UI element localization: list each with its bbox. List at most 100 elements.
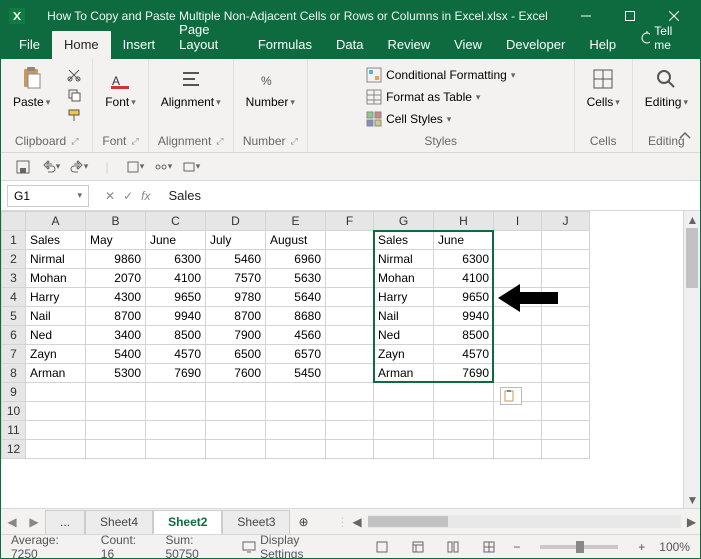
cell[interactable]: 6300 [434, 250, 494, 269]
cell[interactable] [326, 440, 374, 459]
collapse-ribbon-icon[interactable] [678, 129, 692, 146]
cell[interactable]: 6570 [266, 345, 326, 364]
cell[interactable] [542, 421, 590, 440]
sheet-tab-...[interactable]: ... [45, 510, 85, 534]
qat-more-icon[interactable]: ▾ [179, 156, 203, 178]
cell[interactable] [542, 345, 590, 364]
fx-icon[interactable]: fx [141, 189, 150, 203]
cell[interactable]: Mohan [26, 269, 86, 288]
cell[interactable]: 8500 [434, 326, 494, 345]
page-break-view-icon[interactable] [478, 538, 499, 556]
cell[interactable] [494, 421, 542, 440]
scroll-right-icon[interactable]: ▶ [683, 513, 700, 530]
cell[interactable] [326, 269, 374, 288]
cell[interactable]: 5460 [206, 250, 266, 269]
col-header-C[interactable]: C [146, 212, 206, 231]
row-header-9[interactable]: 9 [2, 383, 26, 402]
cell[interactable]: Mohan [374, 269, 434, 288]
cell[interactable] [326, 231, 374, 250]
editing-button[interactable]: Editing▾ [641, 63, 692, 111]
cell[interactable]: 8700 [86, 307, 146, 326]
cell[interactable] [434, 440, 494, 459]
tab-developer[interactable]: Developer [494, 31, 577, 59]
cell[interactable]: 6500 [206, 345, 266, 364]
tab-home[interactable]: Home [52, 31, 111, 59]
cell[interactable] [434, 402, 494, 421]
paste-button[interactable]: Paste▾ [9, 63, 54, 111]
cell[interactable] [26, 383, 86, 402]
cell[interactable]: 7900 [206, 326, 266, 345]
cell[interactable] [146, 402, 206, 421]
cell[interactable]: Arman [374, 364, 434, 383]
zoom-in-button[interactable]: + [638, 540, 645, 554]
cell[interactable] [26, 440, 86, 459]
col-header-I[interactable]: I [494, 212, 542, 231]
cell[interactable] [494, 326, 542, 345]
cell[interactable]: 4100 [434, 269, 494, 288]
cell[interactable] [494, 364, 542, 383]
cell[interactable]: 9650 [146, 288, 206, 307]
cell[interactable] [326, 402, 374, 421]
cell[interactable] [494, 250, 542, 269]
row-header-2[interactable]: 2 [2, 250, 26, 269]
cell[interactable]: Nirmal [26, 250, 86, 269]
cell[interactable]: Ned [374, 326, 434, 345]
row-header-8[interactable]: 8 [2, 364, 26, 383]
tell-me[interactable]: Tell me [628, 18, 694, 59]
cell[interactable]: 4560 [266, 326, 326, 345]
cell[interactable] [326, 364, 374, 383]
cell[interactable]: Zayn [374, 345, 434, 364]
cell[interactable] [374, 421, 434, 440]
cell[interactable] [542, 231, 590, 250]
tab-formulas[interactable]: Formulas [246, 31, 324, 59]
cell[interactable]: 4300 [86, 288, 146, 307]
zoom-level[interactable]: 100% [659, 540, 690, 554]
zoom-slider[interactable] [540, 545, 618, 549]
cut-icon[interactable] [64, 67, 84, 83]
accept-formula-icon[interactable]: ✓ [123, 189, 133, 203]
cell[interactable]: 9940 [146, 307, 206, 326]
cell[interactable] [374, 383, 434, 402]
cell[interactable]: May [86, 231, 146, 250]
redo-icon[interactable]: ▾ [67, 156, 91, 178]
cell[interactable]: Harry [26, 288, 86, 307]
col-header-D[interactable]: D [206, 212, 266, 231]
cell[interactable]: Harry [374, 288, 434, 307]
add-sheet-button[interactable]: ⊕ [290, 511, 316, 533]
cell[interactable]: 3400 [86, 326, 146, 345]
vertical-scrollbar[interactable]: ▲ ▼ [683, 211, 700, 508]
cell[interactable]: 7690 [434, 364, 494, 383]
cell[interactable] [326, 288, 374, 307]
tab-view[interactable]: View [442, 31, 494, 59]
cell[interactable]: 8500 [146, 326, 206, 345]
cancel-formula-icon[interactable]: ✕ [105, 189, 115, 203]
format-as-table-button[interactable]: Format as Table▾ [362, 87, 519, 107]
row-header-5[interactable]: 5 [2, 307, 26, 326]
cell[interactable]: June [146, 231, 206, 250]
cell[interactable]: Ned [26, 326, 86, 345]
cell[interactable]: June [434, 231, 494, 250]
cell[interactable] [26, 421, 86, 440]
tab-nav-prev[interactable]: ◀ [1, 515, 23, 529]
cell[interactable] [542, 250, 590, 269]
cell[interactable] [542, 383, 590, 402]
cell[interactable] [266, 421, 326, 440]
cell[interactable] [494, 345, 542, 364]
cell[interactable] [326, 250, 374, 269]
copy-icon[interactable] [64, 87, 84, 103]
col-header-B[interactable]: B [86, 212, 146, 231]
horizontal-scrollbar[interactable]: ⋮ ◀ ▶ [337, 513, 700, 530]
cell[interactable] [326, 326, 374, 345]
cell[interactable]: Sales [26, 231, 86, 250]
cell[interactable]: 5300 [86, 364, 146, 383]
cell[interactable]: Nirmal [374, 250, 434, 269]
cell[interactable]: 9860 [86, 250, 146, 269]
cell[interactable]: 4570 [434, 345, 494, 364]
alignment-launcher[interactable]: ⤢ [216, 136, 223, 147]
name-box[interactable]: G1▾ [7, 185, 89, 207]
cell[interactable]: 8680 [266, 307, 326, 326]
tab-insert[interactable]: Insert [111, 31, 168, 59]
cell[interactable]: August [266, 231, 326, 250]
col-header-J[interactable]: J [542, 212, 590, 231]
cell[interactable] [374, 402, 434, 421]
